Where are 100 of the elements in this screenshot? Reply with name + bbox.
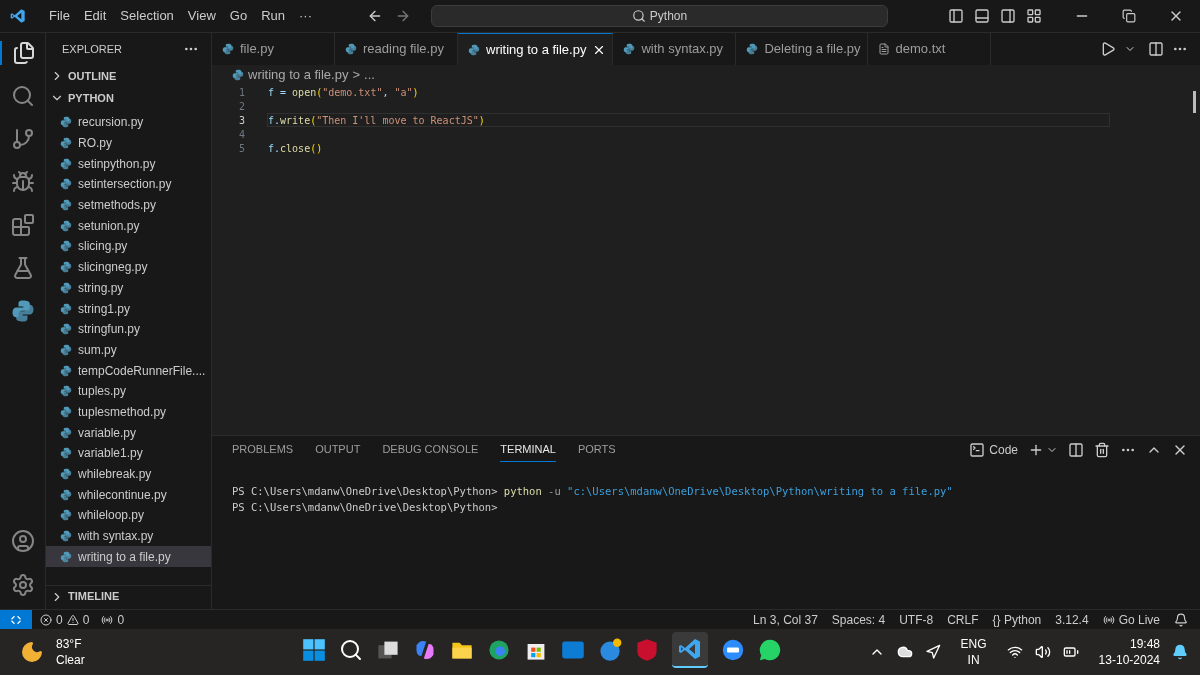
explorer-file[interactable]: with syntax.py	[46, 525, 211, 547]
weather-text[interactable]: Clear	[56, 652, 85, 668]
explorer-file[interactable]: variable1.py	[46, 443, 211, 464]
explorer-file[interactable]: stringfun.py	[46, 318, 211, 340]
explorer-file[interactable]: setinpython.py	[46, 153, 211, 175]
shield-icon[interactable]	[635, 638, 659, 662]
section-label: TIMELINE	[68, 589, 120, 605]
breadcrumb-item[interactable]: >	[352, 65, 361, 85]
notifications-icon[interactable]	[1172, 644, 1188, 660]
explorer-file[interactable]: string1.py	[46, 298, 211, 319]
explorer-file[interactable]: writing to a file.py	[46, 546, 211, 568]
status-item[interactable]: 3.12.4	[1055, 610, 1089, 629]
explorer-file[interactable]: string.py	[46, 277, 211, 299]
explorer-file[interactable]: sum.py	[46, 339, 211, 361]
explorer-icon[interactable]	[11, 41, 36, 65]
explorer-file[interactable]: recursion.py	[46, 112, 211, 133]
breadcrumb-item[interactable]: writing to a file.py	[248, 65, 349, 85]
extensions-icon[interactable]	[10, 213, 35, 237]
new-terminal-icon[interactable]	[1028, 442, 1044, 458]
editor-tab[interactable]: with syntax.py	[613, 33, 737, 65]
problems-status[interactable]: 0 0	[40, 610, 90, 629]
editor-tab[interactable]: writing to a file.py	[458, 33, 614, 65]
editor-tab[interactable]: Deleting a file.py	[736, 33, 868, 65]
volume-icon[interactable]	[1034, 644, 1051, 660]
toggle-secondary-sidebar-icon[interactable]	[1000, 8, 1016, 24]
go-live-button[interactable]: Go Live	[1102, 610, 1160, 629]
battery-icon[interactable]	[1062, 644, 1079, 660]
toggle-sidebar-icon[interactable]	[948, 8, 964, 24]
clock-time[interactable]: 19:48	[1129, 636, 1160, 652]
menu-item[interactable]: ···	[292, 6, 319, 26]
clock-date[interactable]: 13-10-2024	[1098, 652, 1160, 668]
breadcrumb-item[interactable]: ...	[364, 65, 375, 85]
menu-item[interactable]: File	[42, 6, 77, 26]
layout-icon[interactable]	[1026, 8, 1042, 24]
browser-icon[interactable]	[487, 638, 511, 662]
explorer-file[interactable]: tuples.py	[46, 380, 211, 402]
region-text[interactable]: IN	[967, 652, 980, 668]
forward-icon[interactable]	[395, 8, 411, 24]
split-terminal-icon[interactable]	[1068, 442, 1084, 458]
location-icon[interactable]	[924, 644, 941, 660]
run-icon[interactable]	[1100, 41, 1116, 57]
menu-item[interactable]: Edit	[76, 6, 114, 26]
terminal-selector[interactable]: Code	[969, 441, 1018, 459]
command-center[interactable]: Python	[431, 5, 888, 27]
line-number: 1	[237, 85, 245, 100]
trash-icon[interactable]	[1094, 442, 1110, 458]
split-editor-icon[interactable]	[1148, 41, 1164, 57]
explorer-file[interactable]: RO.py	[46, 132, 211, 154]
menu-item[interactable]: Selection	[113, 6, 181, 26]
explorer-file[interactable]: slicing.py	[46, 236, 211, 257]
chat-icon[interactable]	[758, 638, 782, 662]
temperature[interactable]: 83°F	[56, 636, 85, 652]
panel-tab[interactable]: DEBUG CONSOLE	[382, 438, 479, 462]
search-icon[interactable]	[339, 638, 363, 662]
start-icon[interactable]	[302, 638, 326, 662]
source-control-icon[interactable]	[10, 127, 35, 151]
back-icon[interactable]	[367, 8, 383, 24]
code-line: f = open("demo.txt", "a")	[267, 85, 420, 99]
ports-status[interactable]: 0	[101, 610, 125, 629]
python-file-icon	[60, 240, 72, 253]
explorer-file[interactable]: whilecontinue.py	[46, 484, 211, 506]
explorer-file[interactable]: setunion.py	[46, 215, 211, 237]
explorer-file[interactable]: setmethods.py	[46, 194, 211, 216]
remote-button[interactable]	[0, 610, 32, 629]
panel-tab[interactable]: PORTS	[577, 438, 616, 462]
panel-tab[interactable]: TERMINAL	[500, 438, 556, 462]
explorer-file[interactable]: variable.py	[46, 422, 211, 443]
toggle-panel-icon[interactable]	[974, 8, 990, 24]
panel-tab[interactable]: PROBLEMS	[232, 438, 294, 462]
status-item[interactable]: Ln 3, Col 37	[753, 610, 818, 629]
status-item[interactable]: {} Python	[992, 610, 1042, 629]
menu-item[interactable]: Go	[222, 6, 255, 26]
cloud-icon[interactable]	[896, 644, 913, 660]
explorer-file[interactable]: whilebreak.py	[46, 463, 211, 485]
editor-tab[interactable]: demo.txt	[867, 33, 991, 65]
panel-tab[interactable]: OUTPUT	[315, 438, 361, 462]
help-icon[interactable]	[598, 638, 622, 662]
status-item[interactable]: UTF-8	[899, 610, 934, 629]
status-item[interactable]: CRLF	[947, 610, 979, 629]
explorer-file[interactable]: whileloop.py	[46, 505, 211, 526]
notifications-icon[interactable]	[1174, 612, 1188, 627]
section-label: OUTLINE	[68, 68, 117, 84]
explorer-file[interactable]: tempCodeRunnerFile....	[46, 360, 211, 381]
language-text[interactable]: ENG	[960, 636, 987, 652]
menu-item[interactable]: View	[180, 6, 223, 26]
settings-icon[interactable]	[10, 573, 35, 597]
copilot-icon[interactable]	[413, 638, 437, 662]
restore-icon[interactable]	[1122, 9, 1136, 23]
menu-item[interactable]: Run	[254, 6, 292, 26]
explorer-file[interactable]: tuplesmethod.py	[46, 401, 211, 423]
editor-taskbar-button[interactable]	[672, 632, 708, 668]
account-icon[interactable]	[10, 529, 35, 553]
video-call-icon[interactable]	[721, 638, 745, 662]
terminal-icon	[969, 442, 986, 458]
editor-tab[interactable]: file.py	[212, 33, 335, 65]
wifi-icon[interactable]	[1006, 644, 1023, 660]
explorer-file[interactable]: setintersection.py	[46, 174, 211, 195]
status-item[interactable]: Spaces: 4	[831, 610, 886, 629]
explorer-file[interactable]: slicingneg.py	[46, 256, 211, 278]
run-debug-icon[interactable]	[10, 170, 35, 194]
